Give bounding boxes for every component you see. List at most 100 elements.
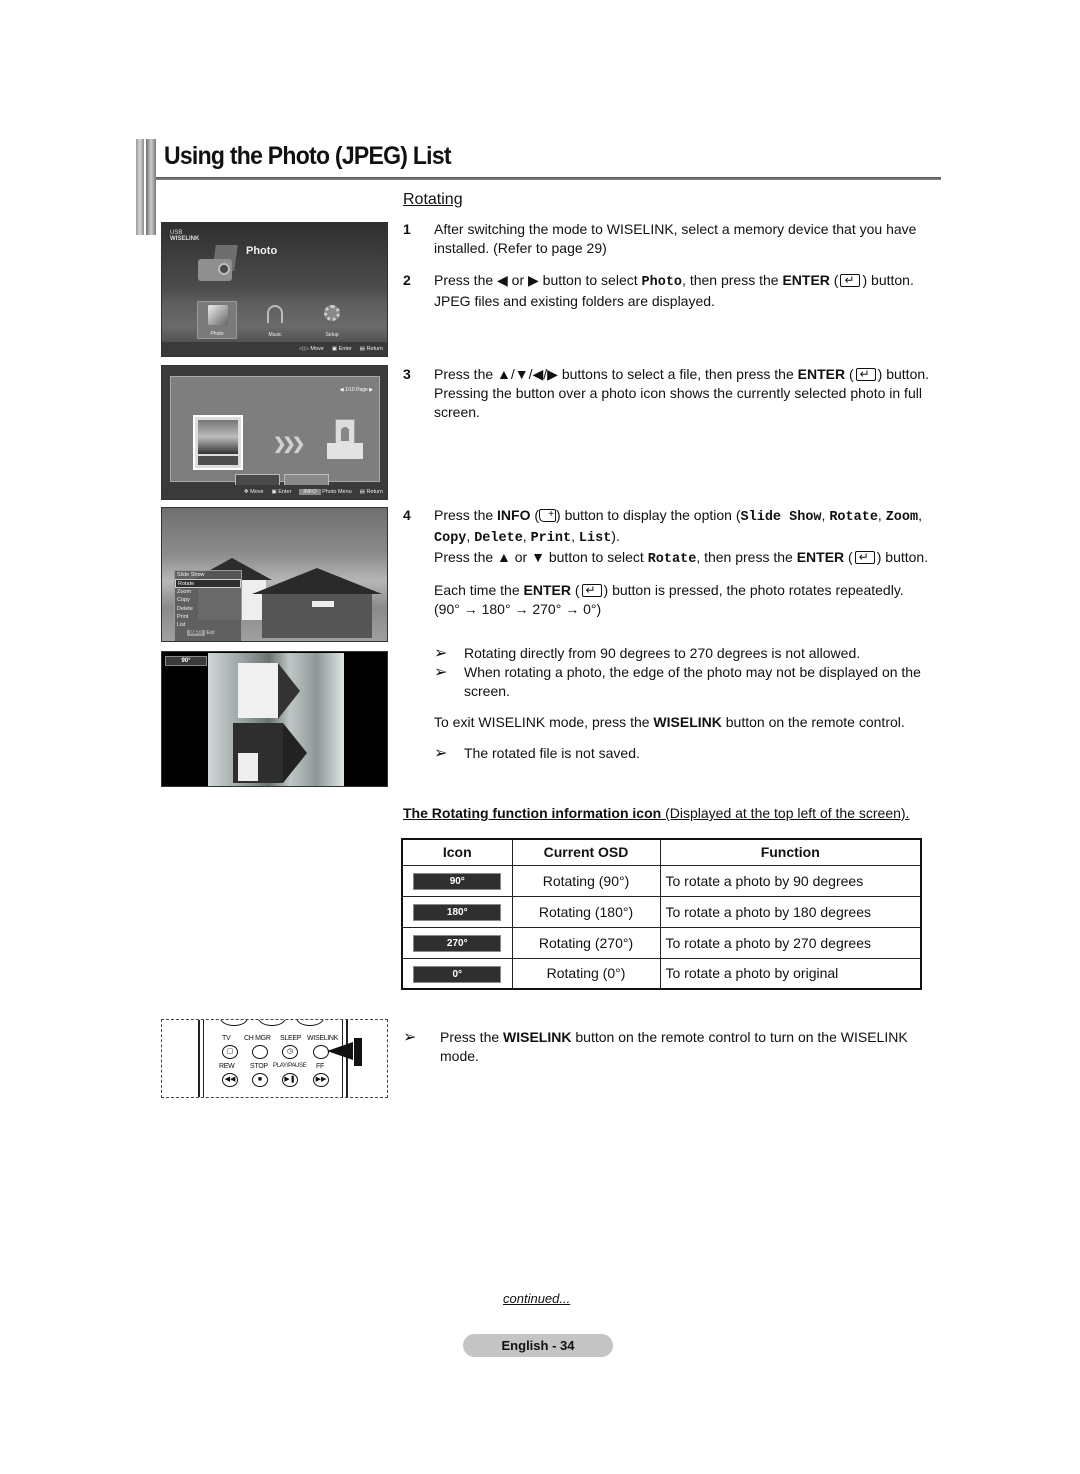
printer-icon xyxy=(327,419,363,467)
menu-item-rotate[interactable]: Rotate xyxy=(175,579,241,588)
sleep-button[interactable]: ◷ xyxy=(282,1045,298,1059)
menu-item-delete[interactable]: Delete xyxy=(175,605,241,613)
fast-forward-button[interactable]: ▶▶ xyxy=(313,1073,329,1087)
rotated-photo xyxy=(208,653,344,786)
continued-label: continued... xyxy=(503,1291,571,1306)
tile-music[interactable]: Music xyxy=(255,301,295,339)
info-icon xyxy=(539,505,557,524)
menu-exit[interactable]: INFO Exit xyxy=(175,629,241,636)
photo-list-screenshot: ◀ 1/10 Page ▶ ❯❯❯ ✥ Move ▣ Enter INFO Ph… xyxy=(161,365,388,500)
note-arrow-icon: ➢ xyxy=(403,1029,417,1046)
help-return: ▤ Return xyxy=(359,489,383,495)
thumbnail-image xyxy=(198,420,238,454)
help-move: ◁ ▷ Move xyxy=(298,346,324,352)
step-text: Press the ▲/▼/◀/▶ buttons to select a fi… xyxy=(434,365,944,422)
osd-cell: Rotating (90°) xyxy=(511,864,661,897)
pointer-arrow-bar xyxy=(354,1038,362,1066)
table-row: 270° Rotating (270°) To rotate a photo b… xyxy=(401,926,922,959)
camera-icon xyxy=(198,245,238,281)
label-tv: TV xyxy=(222,1035,231,1042)
table-row: 90° Rotating (90°) To rotate a photo by … xyxy=(401,864,922,897)
menu-item-list[interactable]: List xyxy=(175,621,241,629)
label-ch-mgr: CH MGR xyxy=(244,1035,271,1042)
step-number: 3 xyxy=(403,366,411,382)
tile-photo[interactable]: Photo xyxy=(197,301,237,339)
osd-cell: Rotating (270°) xyxy=(511,926,661,959)
pointer-arrow-icon xyxy=(327,1042,353,1060)
menu-item-slide-show[interactable]: Slide Show xyxy=(175,571,241,579)
photo-list-panel: ◀ 1/10 Page ▶ ❯❯❯ xyxy=(170,376,380,486)
enter-icon xyxy=(854,548,875,567)
header-current-osd: Current OSD xyxy=(511,838,661,866)
photo-house-right xyxy=(252,568,382,638)
step-number: 1 xyxy=(403,221,411,237)
title-decoration-bar xyxy=(136,139,144,235)
label-ff: FF xyxy=(316,1063,324,1070)
step-4-line-1: Press the INFO () button to display the … xyxy=(434,505,944,548)
label-rew: REW xyxy=(219,1063,235,1070)
help-info: INFO Photo Menu xyxy=(299,489,352,495)
rotation-0-icon: 0° xyxy=(413,965,502,983)
step-number: 4 xyxy=(403,507,411,523)
header-function: Function xyxy=(659,838,922,866)
help-enter: ▣ Enter xyxy=(271,489,292,495)
label-play-pause: PLAY/PAUSE xyxy=(273,1063,307,1069)
help-enter: ▣ Enter xyxy=(331,346,352,352)
page-title: Using the Photo (JPEG) List xyxy=(164,142,452,170)
play-pause-button[interactable]: ▶❚ xyxy=(282,1073,298,1087)
rotation-180-icon: 180° xyxy=(413,904,502,921)
rotation-sequence: (90° → 180° → 270° → 0°) xyxy=(434,601,602,617)
remote-body: TV CH MGR SLEEP WISELINK ▢ ◷ REW STOP PL… xyxy=(198,1020,348,1097)
function-cell: To rotate a photo by 270 degrees xyxy=(659,926,922,959)
tile-setup[interactable]: Setup xyxy=(312,301,352,339)
remote-top-button xyxy=(296,1020,324,1026)
page-indicator: ◀ 1/10 Page ▶ xyxy=(339,387,373,393)
osd-cell: Rotating (0°) xyxy=(511,957,661,990)
rotated-photo-screenshot: 90° xyxy=(161,651,388,787)
remote-top-button xyxy=(220,1020,248,1026)
gear-icon xyxy=(324,305,340,321)
step-text: Press the INFO () button to display the … xyxy=(434,505,944,619)
enter-icon xyxy=(581,581,602,600)
section-title: Rotating xyxy=(403,191,463,208)
function-cell: To rotate a photo by 180 degrees xyxy=(659,895,922,928)
enter-icon xyxy=(855,365,876,384)
step-4-line-2: Press the ▲ or ▼ button to select Rotate… xyxy=(434,548,944,569)
menu-item-copy[interactable]: Copy xyxy=(175,596,241,604)
rotation-icon-table: Icon Current OSD Function 90° Rotating (… xyxy=(401,838,922,990)
menu-title: Photo xyxy=(246,245,278,257)
label-stop: STOP xyxy=(250,1063,268,1070)
stop-button[interactable]: ■ xyxy=(252,1073,268,1087)
step-text: After switching the mode to WISELINK, se… xyxy=(434,221,917,256)
option-menu: Slide Show Rotate Zoom Copy Delete Print… xyxy=(174,570,242,641)
menu-item-print[interactable]: Print xyxy=(175,613,241,621)
step-4-line-3: Each time the ENTER () button is pressed… xyxy=(434,581,944,600)
exit-instruction: To exit WISELINK mode, press the WISELIN… xyxy=(434,714,905,730)
headphones-icon xyxy=(267,305,283,323)
remote-control-illustration: TV CH MGR SLEEP WISELINK ▢ ◷ REW STOP PL… xyxy=(161,1019,388,1098)
step-number: 2 xyxy=(403,272,411,288)
label-sleep: SLEEP xyxy=(280,1035,302,1042)
photo-thumbnail[interactable] xyxy=(193,415,243,470)
menu-item-zoom[interactable]: Zoom xyxy=(175,588,241,596)
osd-help-bar: ✥ Move ▣ Enter INFO Photo Menu ▤ Return xyxy=(162,485,387,499)
help-return: ▤ Return xyxy=(359,346,383,352)
thumbnail-label-bar xyxy=(198,456,238,465)
note-arrow-icon: ➢ xyxy=(434,645,448,662)
brand-wiselink: WISELINK xyxy=(170,236,200,242)
step-text: Press the ◀ or ▶ button to select Photo,… xyxy=(434,271,944,311)
rotation-270-icon: 270° xyxy=(413,935,502,952)
rewind-button[interactable]: ◀◀ xyxy=(222,1073,238,1087)
function-cell: To rotate a photo by 90 degrees xyxy=(659,864,922,897)
table-header-row: Icon Current OSD Function xyxy=(401,838,922,866)
ch-mgr-button[interactable] xyxy=(252,1045,268,1059)
header-icon: Icon xyxy=(401,838,513,866)
title-decoration-bar-inner xyxy=(146,139,156,235)
tv-button[interactable]: ▢ xyxy=(222,1045,238,1059)
option-menu-screenshot: Slide Show Rotate Zoom Copy Delete Print… xyxy=(161,507,388,642)
osd-help-bar: ◁ ▷ Move ▣ Enter ▤ Return xyxy=(162,342,387,356)
transfer-arrows-icon: ❯❯❯ xyxy=(273,436,305,453)
table-caption: The Rotating function information icon (… xyxy=(403,805,910,821)
page-number: English - 34 xyxy=(463,1334,613,1357)
osd-cell: Rotating (180°) xyxy=(511,895,661,928)
